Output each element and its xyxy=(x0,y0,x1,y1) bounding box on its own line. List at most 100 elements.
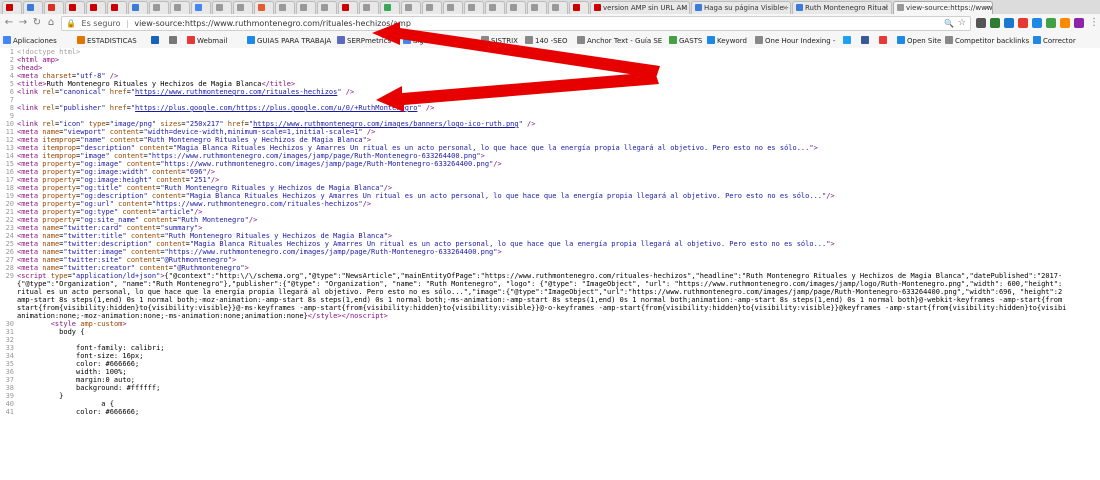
bookmark-item[interactable] xyxy=(843,36,853,46)
tab-favicon-icon xyxy=(510,4,517,11)
browser-tab[interactable] xyxy=(443,1,463,14)
bookmark-label: Competitor backlinks xyxy=(955,37,1030,45)
bookmark-star-icon[interactable]: ☆ xyxy=(958,17,966,30)
line-number: 30 xyxy=(5,320,14,328)
secure-label: Es seguro xyxy=(81,19,121,28)
bookmark-item[interactable]: GASTS xyxy=(669,36,702,46)
bookmark-item[interactable]: ESTADISTICAS xyxy=(77,36,137,46)
browser-tab[interactable] xyxy=(191,1,211,14)
tab-close-icon[interactable]: × xyxy=(984,2,990,14)
bookmark-item[interactable]: Key xyxy=(451,36,474,46)
lock-icon[interactable]: 🔒 xyxy=(66,17,76,30)
bookmark-favicon-icon xyxy=(843,36,851,44)
browser-tab[interactable] xyxy=(86,1,106,14)
browser-tab[interactable] xyxy=(548,1,568,14)
tab-close-icon[interactable]: × xyxy=(681,2,687,14)
tab-close-icon[interactable]: × xyxy=(883,2,889,14)
browser-tab[interactable] xyxy=(233,1,253,14)
bookmark-item[interactable]: Anchor Text - Guía SE xyxy=(577,36,662,46)
extension-icon[interactable] xyxy=(976,18,986,28)
browser-tab[interactable] xyxy=(44,1,64,14)
bookmark-item[interactable]: Corrector xyxy=(1033,36,1076,46)
browser-tab[interactable] xyxy=(401,1,421,14)
browser-tab[interactable] xyxy=(65,1,85,14)
tab-strip: version AMP sin URL AM × Haga su página Vi… xyxy=(0,0,1100,14)
source-code: color: #666666; xyxy=(17,360,140,368)
extension-icon[interactable] xyxy=(1074,18,1084,28)
bookmark-item[interactable]: 140 -SEO xyxy=(525,36,568,46)
bookmark-item[interactable]: Competitor backlinks xyxy=(945,36,1029,46)
line-number: 1 xyxy=(9,48,14,56)
browser-tab[interactable] xyxy=(506,1,526,14)
line-number: 11 xyxy=(5,128,14,136)
bookmark-item[interactable]: SISTRIX xyxy=(481,36,518,46)
browser-tab[interactable] xyxy=(275,1,295,14)
browser-tab[interactable] xyxy=(2,1,22,14)
tab-close-icon[interactable]: × xyxy=(782,2,788,14)
browser-tab[interactable] xyxy=(338,1,358,14)
line-number: 19 xyxy=(5,192,14,200)
browser-tab[interactable] xyxy=(170,1,190,14)
home-icon[interactable]: ⌂ xyxy=(45,17,57,29)
browser-tab[interactable] xyxy=(380,1,400,14)
extension-icon[interactable] xyxy=(1018,18,1028,28)
browser-tab[interactable] xyxy=(464,1,484,14)
bookmark-item[interactable]: GUIAS PARA TRABAJA xyxy=(247,36,331,46)
source-line: 16 <meta property="og:image:width" conten… xyxy=(0,168,1100,176)
source-view: 1 <!doctype html> 2 <html amp> 3 <head> 4 <meta… xyxy=(0,48,1100,480)
browser-tab[interactable]: version AMP sin URL AM × xyxy=(590,1,690,14)
line-number: 41 xyxy=(5,408,14,416)
menu-icon[interactable]: ⋮ xyxy=(1088,17,1100,29)
browser-tab[interactable] xyxy=(485,1,505,14)
browser-tab[interactable]: Ruth Montenegro Ritual × xyxy=(792,1,892,14)
bookmark-item[interactable]: Open Site xyxy=(897,36,941,46)
bookmark-item[interactable]: SERPmetrics xyxy=(337,36,391,46)
bookmark-item[interactable] xyxy=(861,36,871,46)
tab-favicon-icon xyxy=(6,4,13,11)
extension-icon[interactable] xyxy=(990,18,1000,28)
extension-icon[interactable] xyxy=(1060,18,1070,28)
browser-tab[interactable] xyxy=(296,1,316,14)
bookmark-item[interactable]: Aplicaciones xyxy=(3,36,57,46)
bookmark-label: Webmail xyxy=(197,37,228,45)
source-line: 38 background: #ffffff; xyxy=(0,384,1100,392)
bookmark-item[interactable] xyxy=(151,36,161,46)
source-code: a { xyxy=(17,400,114,408)
line-number: 24 xyxy=(5,232,14,240)
browser-tab[interactable] xyxy=(359,1,379,14)
line-number: 26 xyxy=(5,248,14,256)
bookmark-label: 140 -SEO xyxy=(535,37,568,45)
browser-tab[interactable]: Haga su página Visible - × xyxy=(691,1,791,14)
browser-tab[interactable] xyxy=(107,1,127,14)
browser-tab[interactable] xyxy=(149,1,169,14)
address-bar[interactable]: 🔒 Es seguro | view-source:https://www.ru… xyxy=(61,16,971,31)
source-code: <meta property="og:type" content="articl… xyxy=(17,208,203,216)
bookmark-item[interactable] xyxy=(169,36,179,46)
url-text[interactable]: view-source:https://www.ruthmontenegro.c… xyxy=(134,19,411,28)
browser-tab[interactable]: view-source:https://www. × xyxy=(893,1,993,14)
extension-icon[interactable] xyxy=(1046,18,1056,28)
browser-tab[interactable] xyxy=(23,1,43,14)
browser-tab[interactable] xyxy=(128,1,148,14)
browser-tab[interactable] xyxy=(569,1,589,14)
bookmark-label: Corrector xyxy=(1043,37,1076,45)
bookmark-item[interactable] xyxy=(879,36,889,46)
bookmark-item[interactable]: Keyword xyxy=(707,36,747,46)
source-line: 21 <meta property="og:type" content="arti… xyxy=(0,208,1100,216)
browser-tab[interactable] xyxy=(212,1,232,14)
browser-tab[interactable] xyxy=(317,1,337,14)
bookmark-item[interactable]: algorithm xyxy=(403,36,447,46)
extension-icon[interactable] xyxy=(1004,18,1014,28)
browser-tab[interactable] xyxy=(422,1,442,14)
back-icon[interactable]: ← xyxy=(3,17,15,29)
zoom-icon[interactable]: 🔍 xyxy=(944,17,954,30)
browser-tab[interactable] xyxy=(254,1,274,14)
browser-tab[interactable] xyxy=(527,1,547,14)
bookmark-item[interactable]: Webmail xyxy=(187,36,227,46)
bookmark-item[interactable]: One Hour Indexing - xyxy=(755,36,835,46)
reload-icon[interactable]: ↻ xyxy=(31,17,43,29)
line-number: 35 xyxy=(5,360,14,368)
extension-icon[interactable] xyxy=(1032,18,1042,28)
line-number: 7 xyxy=(9,96,14,104)
forward-icon[interactable]: → xyxy=(17,17,29,29)
